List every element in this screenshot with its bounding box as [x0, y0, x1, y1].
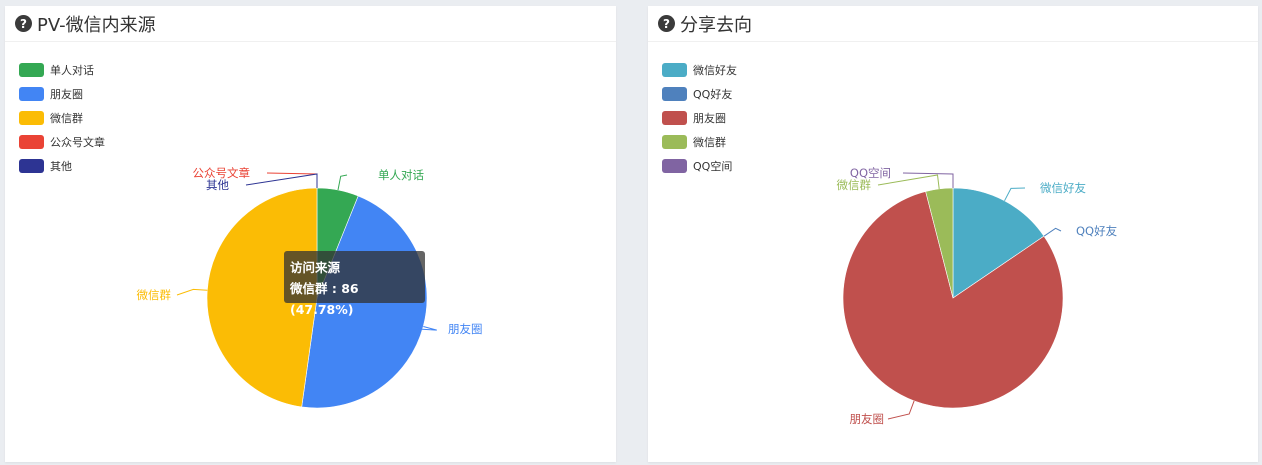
legend-swatch[interactable] [662, 135, 687, 149]
pie-label-line [902, 172, 954, 188]
panel-title: 分享去向 [680, 14, 752, 36]
tooltip-value: 微信群 : 86 (47.78%) [290, 281, 359, 317]
question-circle-icon[interactable]: ? [658, 15, 675, 32]
legend-item[interactable]: 朋友圈 [19, 87, 83, 101]
panel-header: ? 分享去向 [648, 6, 1258, 42]
legend-swatch[interactable] [662, 87, 687, 101]
legend-item[interactable]: 朋友圈 [662, 111, 726, 125]
pie-label: 微信好友 [1040, 181, 1086, 195]
pie-label: 其他 [206, 178, 229, 192]
legend-item[interactable]: 单人对话 [19, 63, 94, 77]
pie-slices [842, 187, 1064, 409]
panel-share-destinations: ? 分享去向 微信好友 QQ好友 朋友圈 微信群 QQ空间 微信好友 QQ好友 朋友圈 微信群 Q… [648, 6, 1258, 462]
legend-label[interactable]: 公众号文章 [50, 135, 105, 149]
legend-label[interactable]: 朋友圈 [50, 87, 83, 101]
legend-item[interactable]: 微信好友 [662, 63, 737, 77]
legend-swatch[interactable] [19, 63, 44, 77]
pie-label-line [1043, 227, 1062, 237]
pie-label: 单人对话 [378, 168, 424, 182]
pie-label: 朋友圈 [850, 412, 885, 426]
legend-item[interactable]: QQ空间 [662, 159, 732, 173]
legend-label[interactable]: 朋友圈 [693, 111, 726, 125]
legend-item[interactable]: 其他 [19, 159, 72, 173]
pie-label-line [887, 400, 915, 420]
legend-item[interactable]: 微信群 [662, 135, 726, 149]
question-circle-icon[interactable]: ? [15, 15, 32, 32]
legend-swatch[interactable] [662, 159, 687, 173]
pie-label-line [1004, 187, 1026, 202]
legend-swatch[interactable] [19, 135, 44, 149]
legend-item[interactable]: 微信群 [19, 111, 83, 125]
pie-label-line [337, 174, 348, 191]
legend-label[interactable]: 微信好友 [693, 63, 737, 77]
pie-label: 微信群 [837, 178, 872, 192]
chart-legend: 微信好友 QQ好友朋友圈微信群 QQ空间 [662, 63, 737, 173]
legend-label[interactable]: 微信群 [50, 111, 83, 125]
legend-label[interactable]: QQ好友 [693, 87, 732, 101]
legend-item[interactable]: 公众号文章 [19, 135, 105, 149]
legend-swatch[interactable] [19, 111, 44, 125]
chart-tooltip: 访问来源 微信群 : 86 (47.78%) [284, 251, 425, 317]
legend-swatch[interactable] [19, 87, 44, 101]
legend-label[interactable]: 其他 [50, 160, 72, 173]
chart-legend: 单人对话朋友圈微信群公众号文章其他 [19, 63, 105, 173]
legend-swatch[interactable] [19, 159, 44, 173]
legend-label[interactable]: 单人对话 [50, 63, 94, 77]
pie-label: 微信群 [137, 288, 172, 302]
legend-label[interactable]: 微信群 [693, 135, 726, 149]
pie-label: QQ好友 [1076, 224, 1118, 238]
pie-label: 朋友圈 [448, 322, 483, 336]
panel-wechat-sources: ? PV-微信内来源 单人对话 朋友圈 微信群 公众号文章 其他 单人对话 朋友圈 微信群 公众… [5, 6, 616, 462]
legend-label[interactable]: QQ空间 [693, 159, 732, 173]
pie-chart-share-destinations: 微信好友QQ好友朋友圈微信群QQ空间微信好友QQ好友朋友圈微信群QQ空间 [662, 63, 1118, 426]
pie-label-line [176, 288, 208, 296]
pie-label: QQ空间 [850, 166, 891, 180]
legend-swatch[interactable] [662, 63, 687, 77]
panel-header: ? PV-微信内来源 [5, 6, 616, 42]
legend-swatch[interactable] [662, 111, 687, 125]
panel-title: PV-微信内来源 [37, 14, 156, 36]
pie-label-line [245, 173, 318, 188]
tooltip-title: 访问来源 [290, 260, 341, 275]
legend-item[interactable]: QQ好友 [662, 87, 732, 101]
